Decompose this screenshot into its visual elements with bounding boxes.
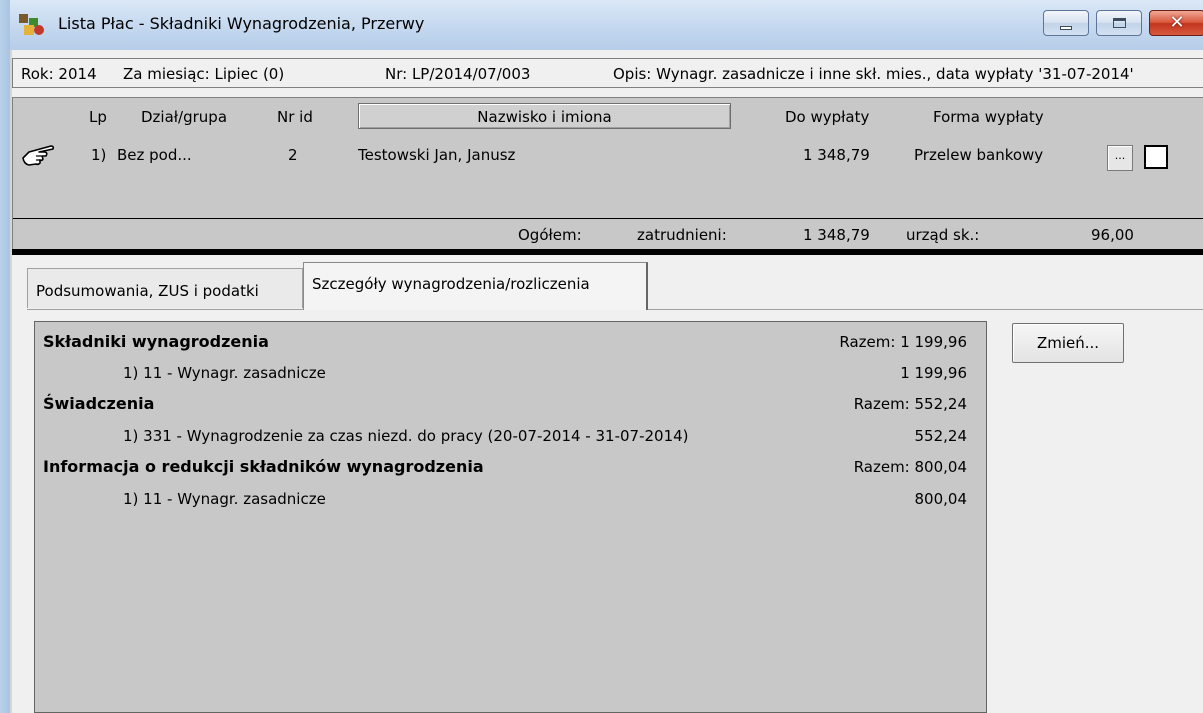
row-dept: Bez pod...: [117, 146, 192, 164]
description-label: Opis: Wynagr. zasadnicze i inne skł. mie…: [613, 65, 1134, 83]
section-benefits: Świadczenia Razem: 552,24: [43, 388, 967, 418]
payroll-grid[interactable]: Lp Dział/grupa Nr id Nazwisko i imiona D…: [12, 97, 1203, 250]
close-button[interactable]: ✕: [1149, 10, 1203, 36]
payroll-info-bar: Rok: 2014 Za miesiąc: Lipiec (0) Nr: LP/…: [12, 58, 1203, 88]
tab-summaries-label: Podsumowania, ZUS i podatki: [36, 282, 259, 300]
section-total: Razem: 1 199,96: [839, 333, 967, 351]
column-header-dept[interactable]: Dział/grupa: [141, 108, 227, 126]
section-title: Świadczenia: [43, 394, 155, 413]
list-item[interactable]: 1) 331 - Wynagrodzenie za czas niezd. do…: [43, 420, 967, 450]
column-header-payout[interactable]: Do wypłaty: [785, 108, 869, 126]
minimize-button[interactable]: [1043, 10, 1089, 36]
item-value: 800,04: [914, 490, 968, 508]
row-checkbox[interactable]: [1144, 145, 1168, 169]
section-title: Informacja o redukcji składników wynagro…: [43, 457, 484, 476]
item-label: 1) 11 - Wynagr. zasadnicze: [123, 364, 326, 382]
tab-details[interactable]: Szczegóły wynagrodzenia/rozliczenia: [303, 262, 648, 310]
salary-details-panel[interactable]: Składniki wynagrodzenia Razem: 1 199,96 …: [34, 321, 987, 713]
title-bar[interactable]: Lista Płac - Składniki Wynagrodzenia, Pr…: [0, 0, 1203, 50]
month-label: Za miesiąc: Lipiec (0): [123, 65, 285, 83]
tab-strip: Podsumowania, ZUS i podatki Szczegóły wy…: [27, 262, 1203, 310]
section-title: Składniki wynagrodzenia: [43, 332, 269, 351]
tab-summaries[interactable]: Podsumowania, ZUS i podatki: [27, 268, 303, 308]
window-title: Lista Płac - Składniki Wynagrodzenia, Pr…: [58, 14, 425, 33]
change-button[interactable]: Zmień...: [1012, 323, 1124, 363]
section-reductions: Informacja o redukcji składników wynagro…: [43, 451, 967, 481]
totals-employees-label: zatrudnieni:: [637, 226, 727, 244]
app-icon: [19, 14, 44, 35]
item-value: 552,24: [914, 427, 968, 445]
column-header-id[interactable]: Nr id: [277, 108, 313, 126]
list-item[interactable]: 1) 11 - Wynagr. zasadnicze 800,04: [43, 483, 967, 513]
list-item[interactable]: 1) 11 - Wynagr. zasadnicze 1 199,96: [43, 357, 967, 387]
window-left-border: [0, 0, 10, 713]
column-header-name[interactable]: Nazwisko i imiona: [358, 103, 731, 129]
pointing-hand-icon: [22, 145, 55, 166]
totals-office-label: urząd sk.:: [906, 226, 980, 244]
tab-details-label: Szczegóły wynagrodzenia/rozliczenia: [312, 275, 590, 293]
item-label: 1) 11 - Wynagr. zasadnicze: [123, 490, 326, 508]
payment-details-button[interactable]: ...: [1107, 145, 1133, 171]
totals-office-value: 96,00: [1091, 226, 1134, 244]
section-salary-components: Składniki wynagrodzenia Razem: 1 199,96: [43, 326, 967, 356]
section-total: Razem: 552,24: [853, 395, 967, 413]
row-lp: 1): [91, 146, 107, 164]
item-value: 1 199,96: [900, 364, 967, 382]
row-name: Testowski Jan, Janusz: [358, 146, 516, 164]
close-icon: ✕: [1169, 12, 1185, 33]
maximize-icon: [1112, 18, 1126, 28]
maximize-button[interactable]: [1096, 10, 1142, 36]
column-header-name-label: Nazwisko i imiona: [477, 108, 612, 126]
minimize-icon: [1060, 25, 1072, 30]
totals-label: Ogółem:: [518, 226, 582, 244]
grid-separator: [13, 218, 1203, 219]
row-payout: 1 348,79: [803, 146, 870, 164]
row-id: 2: [288, 146, 298, 164]
section-total: Razem: 800,04: [853, 458, 967, 476]
row-method: Przelew bankowy: [914, 146, 1044, 164]
column-header-method[interactable]: Forma wypłaty: [933, 108, 1044, 126]
grid-splitter[interactable]: [12, 249, 1203, 255]
payroll-number-label: Nr: LP/2014/07/003: [385, 65, 531, 83]
year-label: Rok: 2014: [21, 65, 97, 83]
totals-employees-value: 1 348,79: [803, 226, 870, 244]
column-header-lp[interactable]: Lp: [89, 108, 107, 126]
item-label: 1) 331 - Wynagrodzenie za czas niezd. do…: [123, 427, 689, 445]
